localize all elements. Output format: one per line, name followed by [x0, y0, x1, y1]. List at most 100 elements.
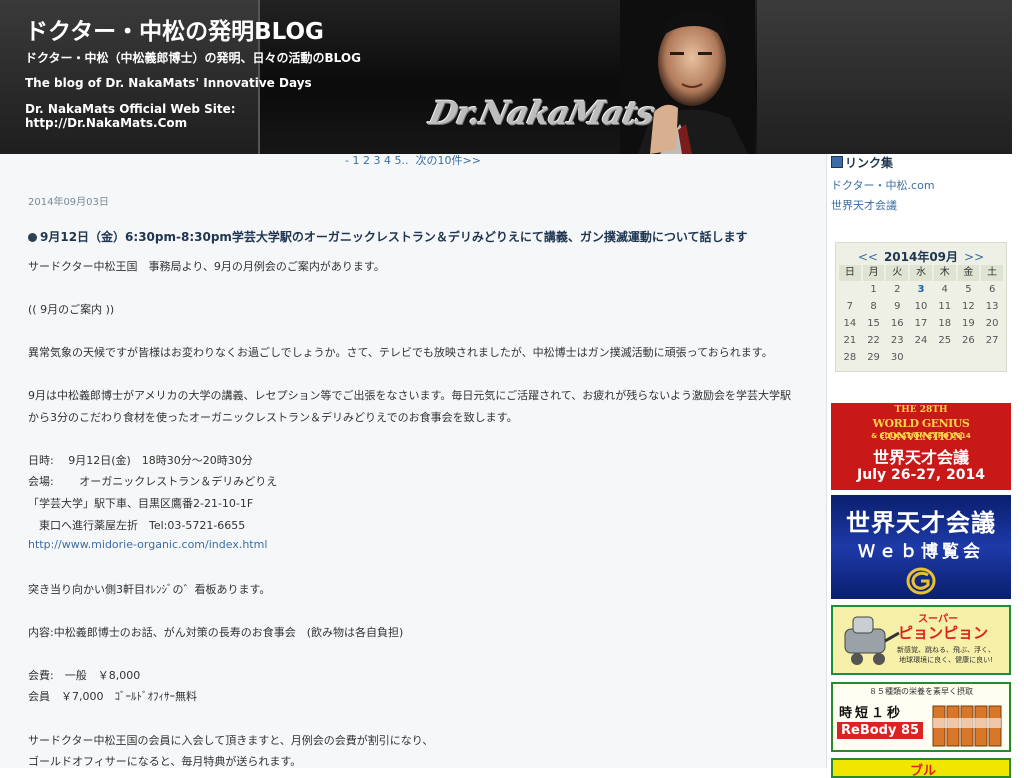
ad5-line1: ブル	[909, 764, 936, 778]
post-line: 会場: オーガニックレストラン＆デリみどりえ	[28, 475, 278, 488]
world-genius-convention-banner[interactable]: THE 28TH WORLD GENIUS CONVENTION & EDUCA…	[831, 403, 1011, 490]
calendar-day: 1	[870, 284, 877, 295]
official-site-info: Dr. NakaMats Official Web Site: http://D…	[25, 102, 236, 130]
calendar-day: 6	[988, 284, 996, 295]
sidebar-link-genius-convention[interactable]: 世界天才会議	[831, 197, 897, 213]
calendar-day: 23	[890, 335, 904, 346]
main-content: - 1 2 3 4 5.. 次の10件>> 2014年09月03日 9月12日（…	[0, 154, 827, 768]
calendar-day	[838, 281, 862, 298]
header-bg-right	[757, 0, 1012, 154]
pager-page-2[interactable]: 2	[363, 154, 370, 167]
post-line: 会員 ￥7,000 ｺﾞｰﾙﾄﾞｵﾌｨｻｰ無料	[28, 690, 197, 703]
ad1-line5: July 26-27, 2014	[857, 467, 985, 483]
super-pyonpyon-banner[interactable]: スーパー ピョンピョン 新感覚、跳ねる、飛ぶ、浮く、 地球環境に良く、健康に良い…	[831, 605, 1011, 675]
restaurant-link[interactable]: http://www.midorie-organic.com/index.htm…	[28, 538, 267, 551]
post-line: サードクター中松王国 事務局より、9月の月例会のご案内があります。	[28, 260, 385, 273]
pager-page-1[interactable]: 1	[353, 154, 360, 167]
rebody85-banner[interactable]: ８５種類の栄養を素早く摂取 時短１秒 ReBody 85	[831, 682, 1011, 752]
post-line: から3分のこだわり食材を使ったオーガニックレストラン＆デリみどりえでのお食事会を…	[28, 411, 518, 424]
calendar-day: 11	[938, 301, 952, 312]
expo-logo-icon	[906, 567, 936, 595]
post-line: 9月は中松義郎博士がアメリカの大学の講義、レセプション等でご出張をなさいます。毎…	[28, 389, 792, 402]
post-line: サードクター中松王国の会員に入会して頂きますと、月例会の会費が割引になり、	[28, 734, 434, 747]
calendar-day: 13	[985, 301, 999, 312]
post-date: 2014年09月03日	[28, 197, 109, 208]
calendar-day	[933, 349, 957, 366]
post-title-text[interactable]: 9月12日（金）6:30pm-8:30pm学芸大学駅のオーガニックレストラン＆デ…	[40, 230, 748, 244]
links-heading-icon	[831, 156, 843, 168]
calendar-day: 19	[962, 318, 975, 329]
post-line: 日時: 9月12日(金) 18時30分～20時30分	[28, 454, 253, 467]
calendar-day-link[interactable]: 3	[909, 281, 933, 298]
partial-banner[interactable]: ブル	[831, 758, 1011, 778]
calendar-next-link[interactable]: >>	[958, 250, 990, 264]
calendar-day: 14	[843, 318, 857, 329]
calendar-day	[909, 349, 933, 366]
pager-next-link[interactable]: 次の10件>>	[416, 154, 481, 167]
ad4-line3: ReBody 85	[837, 722, 924, 739]
world-genius-web-expo-banner[interactable]: 世界天才会議 Ｗｅｂ博覧会	[831, 495, 1011, 599]
calendar-day: 21	[843, 335, 857, 346]
calendar-day: 24	[914, 335, 928, 346]
calendar-dow: 木	[933, 265, 956, 281]
sidebar: リンク集 ドクター・中松.com 世界天才会議 << 2014年09月 >> 日月火…	[827, 154, 1024, 778]
calendar-header: << 2014年09月 >>	[836, 248, 1006, 265]
calendar-dow: 金	[957, 265, 980, 281]
calendar-day: 27	[985, 335, 999, 346]
post-line: ゴールドオフィサーになると、毎月特典が送られます。	[28, 755, 302, 768]
calendar-day: 26	[962, 335, 975, 346]
ad4-line2: 時短１秒	[839, 706, 904, 721]
calendar-day: 22	[867, 335, 880, 346]
ad2-line2: Ｗｅｂ博覧会	[858, 542, 984, 562]
calendar-dow: 火	[886, 265, 909, 281]
ad1-line3: & EDUCATION EXPO 2014	[871, 432, 971, 440]
ad4-line1: ８５種類の栄養を素早く摂取	[869, 687, 973, 696]
ad3-line2: ピョンピョン	[897, 624, 988, 642]
post-line: 異常気象の天候ですが皆様はお変わりなくお過ごしでしょうか。さて、テレビでも放映さ…	[28, 346, 773, 359]
calendar-day: 12	[962, 301, 975, 312]
pager-page-4[interactable]: 4	[384, 154, 391, 167]
ad3-line4: 地球環境に良く、健康に良い!	[899, 656, 993, 664]
calendar-prev-link[interactable]: <<	[852, 250, 884, 264]
pager-page-5[interactable]: 5	[395, 154, 402, 167]
blog-header: Dr.NakaMats ドクター・中松の発明BLOG ドクター・中松（中松義郎博…	[0, 0, 1012, 154]
calendar-day: 15	[867, 318, 880, 329]
pager-page-3[interactable]: 3	[374, 154, 381, 167]
ad1-line1: THE 28TH	[894, 405, 948, 415]
post-line: (( 9月のご案内 ))	[28, 303, 115, 316]
official-site-url[interactable]: http://Dr.NakaMats.Com	[25, 116, 236, 130]
calendar-day	[980, 349, 1004, 366]
post-line: 会費: 一般 ￥8,000	[28, 669, 141, 682]
calendar-day: 9	[894, 301, 901, 312]
ad3-line3: 新感覚、跳ねる、飛ぶ、浮く、	[897, 646, 995, 654]
calendar-dow: 水	[910, 265, 932, 281]
blog-title[interactable]: ドクター・中松の発明BLOG	[25, 12, 324, 46]
calendar-day: 17	[914, 318, 928, 329]
calendar-dow: 土	[981, 265, 1003, 281]
calendar-dow: 月	[862, 265, 885, 281]
banner-logo: Dr.NakaMats	[425, 94, 658, 132]
post-line: 東口へ進行薬屋左折 Tel:03-5721-6655	[28, 519, 246, 532]
ad1-line4: 世界天才会議	[872, 448, 969, 467]
links-heading: リンク集	[831, 154, 893, 171]
calendar-day: 5	[965, 284, 972, 295]
sidebar-link-nakamats[interactable]: ドクター・中松.com	[831, 177, 935, 193]
pager-ellipsis: ..	[401, 154, 409, 167]
calendar: << 2014年09月 >> 日月火水木金土 1 2 3 4 5 6 7 8 9 10 11 12 13 14 1…	[835, 242, 1007, 372]
calendar-day: 20	[985, 318, 999, 329]
calendar-day: 7	[846, 301, 854, 312]
official-site-label: Dr. NakaMats Official Web Site:	[25, 102, 236, 116]
blog-subtitle-en: The blog of Dr. NakaMats' Innovative Day…	[25, 76, 312, 90]
rebody-bottles-icon	[932, 705, 1002, 747]
calendar-day: 16	[890, 318, 904, 329]
calendar-day: 30	[890, 352, 904, 363]
calendar-day: 2	[894, 284, 901, 295]
bullet-icon	[28, 233, 37, 242]
calendar-day: 18	[938, 318, 952, 329]
calendar-day	[957, 349, 981, 366]
pagination: - 1 2 3 4 5.. 次の10件>>	[0, 154, 826, 168]
calendar-dow: 日	[839, 265, 861, 281]
post-title[interactable]: 9月12日（金）6:30pm-8:30pm学芸大学駅のオーガニックレストラン＆デ…	[28, 228, 748, 245]
ad2-line1: 世界天才会議	[846, 509, 996, 537]
pager-prefix: -	[345, 154, 353, 167]
